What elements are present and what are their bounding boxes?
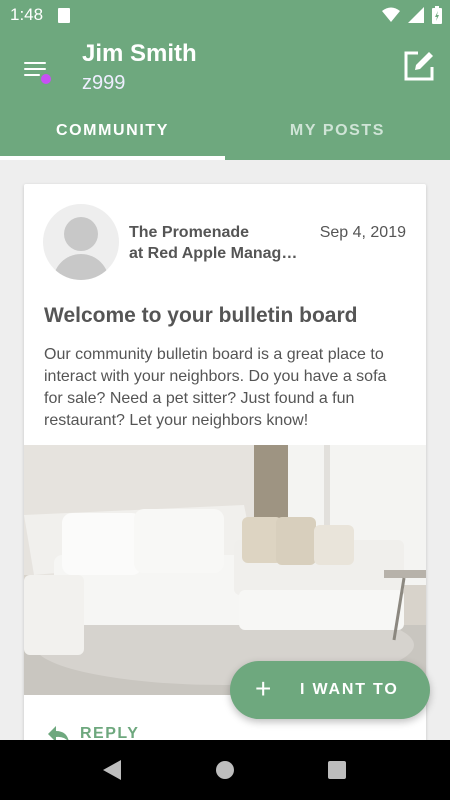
app-bar: Jim Smith z999 COMMUNITY MY POSTS (0, 32, 450, 160)
wifi-icon (382, 7, 400, 22)
menu-button[interactable] (22, 58, 51, 86)
recents-icon[interactable] (328, 761, 346, 779)
avatar (43, 204, 119, 280)
post-author-line2: at Red Apple Management (129, 245, 299, 262)
status-icons (382, 6, 442, 24)
tab-indicator (0, 156, 225, 160)
tab-community[interactable]: COMMUNITY (0, 116, 225, 160)
notification-dot (41, 74, 51, 84)
signal-icon (408, 7, 424, 23)
back-icon[interactable] (103, 760, 121, 780)
post-author-line1: The Promenade (129, 224, 250, 241)
post-date: Sep 4, 2019 (319, 224, 406, 241)
compose-button[interactable] (402, 49, 436, 83)
sd-card-icon (58, 8, 70, 23)
navigation-bar (0, 740, 450, 800)
plus-icon: + (255, 673, 272, 704)
status-time: 1:48 (10, 5, 44, 24)
fab-label: I WANT TO (300, 681, 399, 698)
sofa-photo (24, 445, 426, 695)
status-bar: 1:48 (0, 0, 450, 32)
edit-icon (404, 51, 434, 81)
user-id: z999 (82, 72, 126, 94)
battery-icon (432, 6, 442, 24)
post-body: Our community bulletin board is a great … (44, 346, 387, 429)
post-image-sofa[interactable] (24, 445, 426, 695)
home-icon[interactable] (215, 760, 235, 780)
tab-my-posts[interactable]: MY POSTS (225, 116, 450, 160)
post-title: Welcome to your bulletin board (44, 304, 358, 327)
i-want-to-button[interactable]: + I WANT TO (230, 661, 430, 719)
user-name: Jim Smith (82, 40, 197, 67)
tab-bar: COMMUNITY MY POSTS (0, 116, 450, 160)
